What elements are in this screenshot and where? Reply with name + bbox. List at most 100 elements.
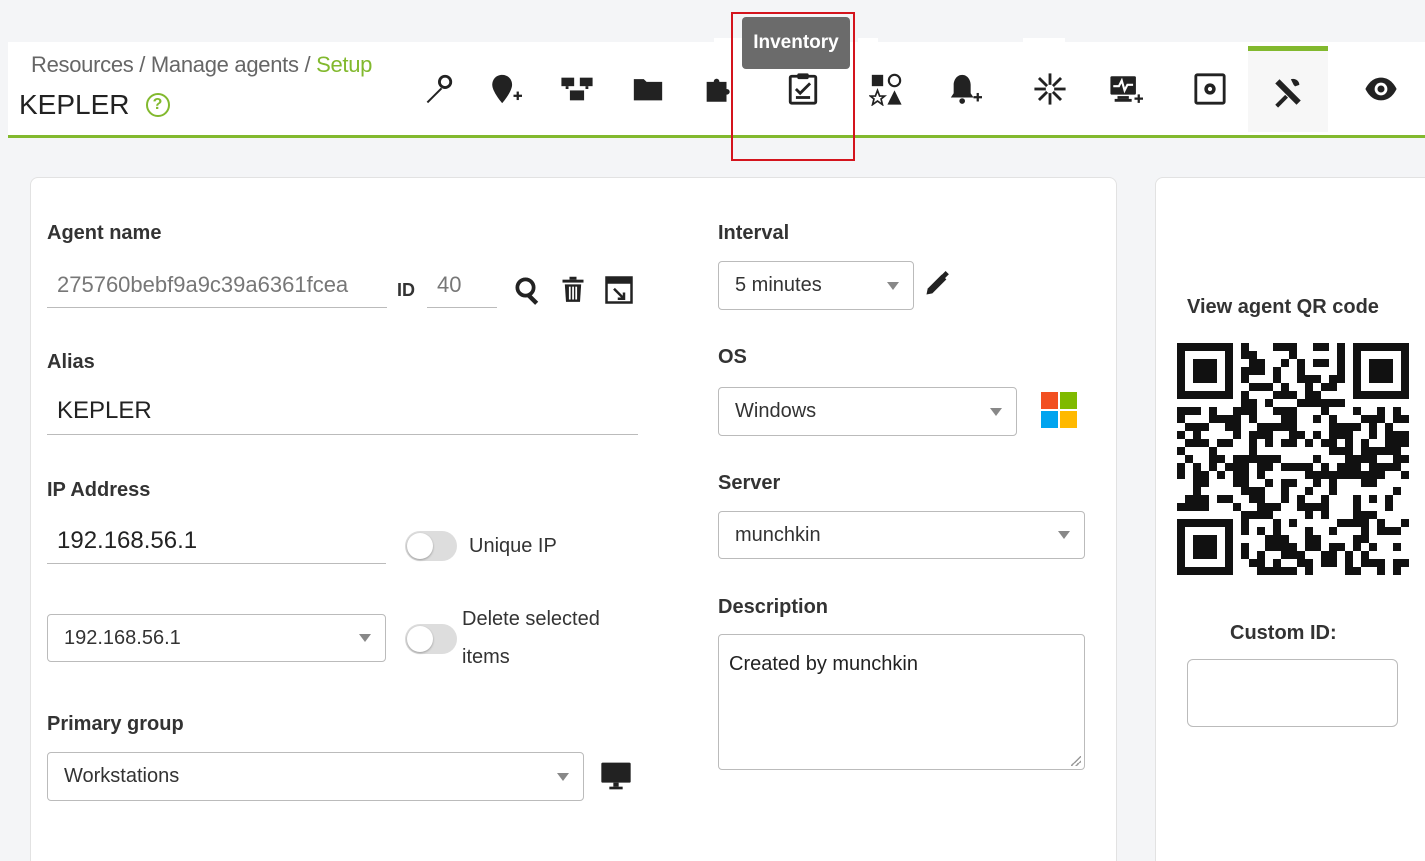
qr-module [1329,495,1337,503]
custom-id-input[interactable] [1187,659,1398,727]
qr-module [1233,431,1241,439]
qr-module [1313,559,1321,567]
qr-module [1313,519,1321,527]
qr-module [1177,479,1185,487]
qr-module [1257,479,1265,487]
disable-agent-icon[interactable] [601,272,637,308]
interval-select[interactable]: 5 minutes [718,261,914,310]
qr-module [1305,559,1313,567]
os-select[interactable]: Windows [718,387,1017,436]
qr-module [1305,551,1313,559]
qr-module [1369,359,1377,367]
help-circle-icon[interactable]: ? [145,93,170,117]
qr-module [1177,567,1185,575]
tab-view[interactable] [1341,46,1421,132]
qr-module [1305,351,1313,359]
qr-module [1185,351,1193,359]
qr-module [1209,383,1217,391]
delete-selected-toggle[interactable] [405,624,457,654]
qr-module [1209,511,1217,519]
qr-module [1217,407,1225,415]
tab-folder[interactable] [608,46,688,132]
breadcrumb-manage-agents[interactable]: Manage agents [151,52,299,77]
qr-module [1329,399,1337,407]
server-select[interactable]: munchkin [718,511,1085,559]
qr-module [1193,551,1201,559]
qr-module [1289,503,1297,511]
qr-module [1217,551,1225,559]
qr-module [1177,359,1185,367]
qr-module [1209,439,1217,447]
shapes-icon [869,73,902,106]
qr-module [1201,559,1209,567]
qr-module [1345,391,1353,399]
pencil-icon[interactable] [922,269,952,299]
tab-agent-location[interactable] [465,46,545,132]
qr-module [1177,527,1185,535]
qr-module [1241,503,1249,511]
primary-group-select[interactable]: Workstations [47,752,584,801]
qr-module [1185,343,1193,351]
folder-icon [633,79,663,101]
qr-module [1313,407,1321,415]
tab-remote-config[interactable] [1086,46,1166,132]
qr-module [1249,399,1257,407]
qr-module [1353,399,1361,407]
qr-module [1257,487,1265,495]
server-select-value: munchkin [735,523,821,546]
ip-address-input[interactable] [47,518,386,564]
qr-module [1209,359,1217,367]
qr-module [1185,423,1193,431]
agent-id-input[interactable] [427,262,497,308]
tab-modules[interactable] [846,46,926,132]
qr-module [1385,495,1393,503]
qr-module [1353,559,1361,567]
qr-module [1209,415,1217,423]
qr-module [1361,559,1369,567]
qr-module [1217,375,1225,383]
qr-module [1345,567,1353,575]
qr-module [1385,343,1393,351]
qr-module [1313,495,1321,503]
qr-module [1401,527,1409,535]
trash-icon[interactable] [556,272,590,306]
ip-address-select[interactable]: 192.168.56.1 [47,614,386,662]
qr-module [1385,383,1393,391]
qr-module [1273,527,1281,535]
unique-ip-toggle[interactable] [405,531,457,561]
tab-snmp[interactable] [1010,46,1090,132]
tab-custom-settings[interactable] [1170,46,1250,132]
qr-module [1337,359,1345,367]
qr-module [1217,535,1225,543]
qr-module [1289,511,1297,519]
qr-module [1273,519,1281,527]
agent-qr-code[interactable] [1177,343,1409,575]
tab-alerts[interactable] [925,46,1005,132]
qr-module [1305,463,1313,471]
qr-module [1337,367,1345,375]
qr-module [1345,511,1353,519]
qr-module [1369,543,1377,551]
qr-module [1377,383,1385,391]
qr-module [1377,447,1385,455]
tab-network-interfaces[interactable] [537,46,617,132]
qr-module [1393,495,1401,503]
qr-module [1273,391,1281,399]
qr-module [1345,343,1353,351]
agent-name-input[interactable] [47,262,387,308]
qr-grid [1177,343,1409,575]
search-icon[interactable] [510,272,546,308]
qr-module [1177,503,1185,511]
qr-module [1281,399,1289,407]
description-textarea[interactable]: Created by munchkin [718,634,1085,770]
alias-input[interactable] [47,388,638,435]
qr-module [1225,495,1233,503]
resize-grip-icon[interactable] [1071,756,1081,766]
qr-module [1273,447,1281,455]
qr-module [1377,559,1385,567]
qr-module [1297,439,1305,447]
qr-module [1377,535,1385,543]
tab-setup[interactable] [1248,46,1328,132]
qr-module [1393,415,1401,423]
breadcrumb-resources[interactable]: Resources [31,52,134,77]
